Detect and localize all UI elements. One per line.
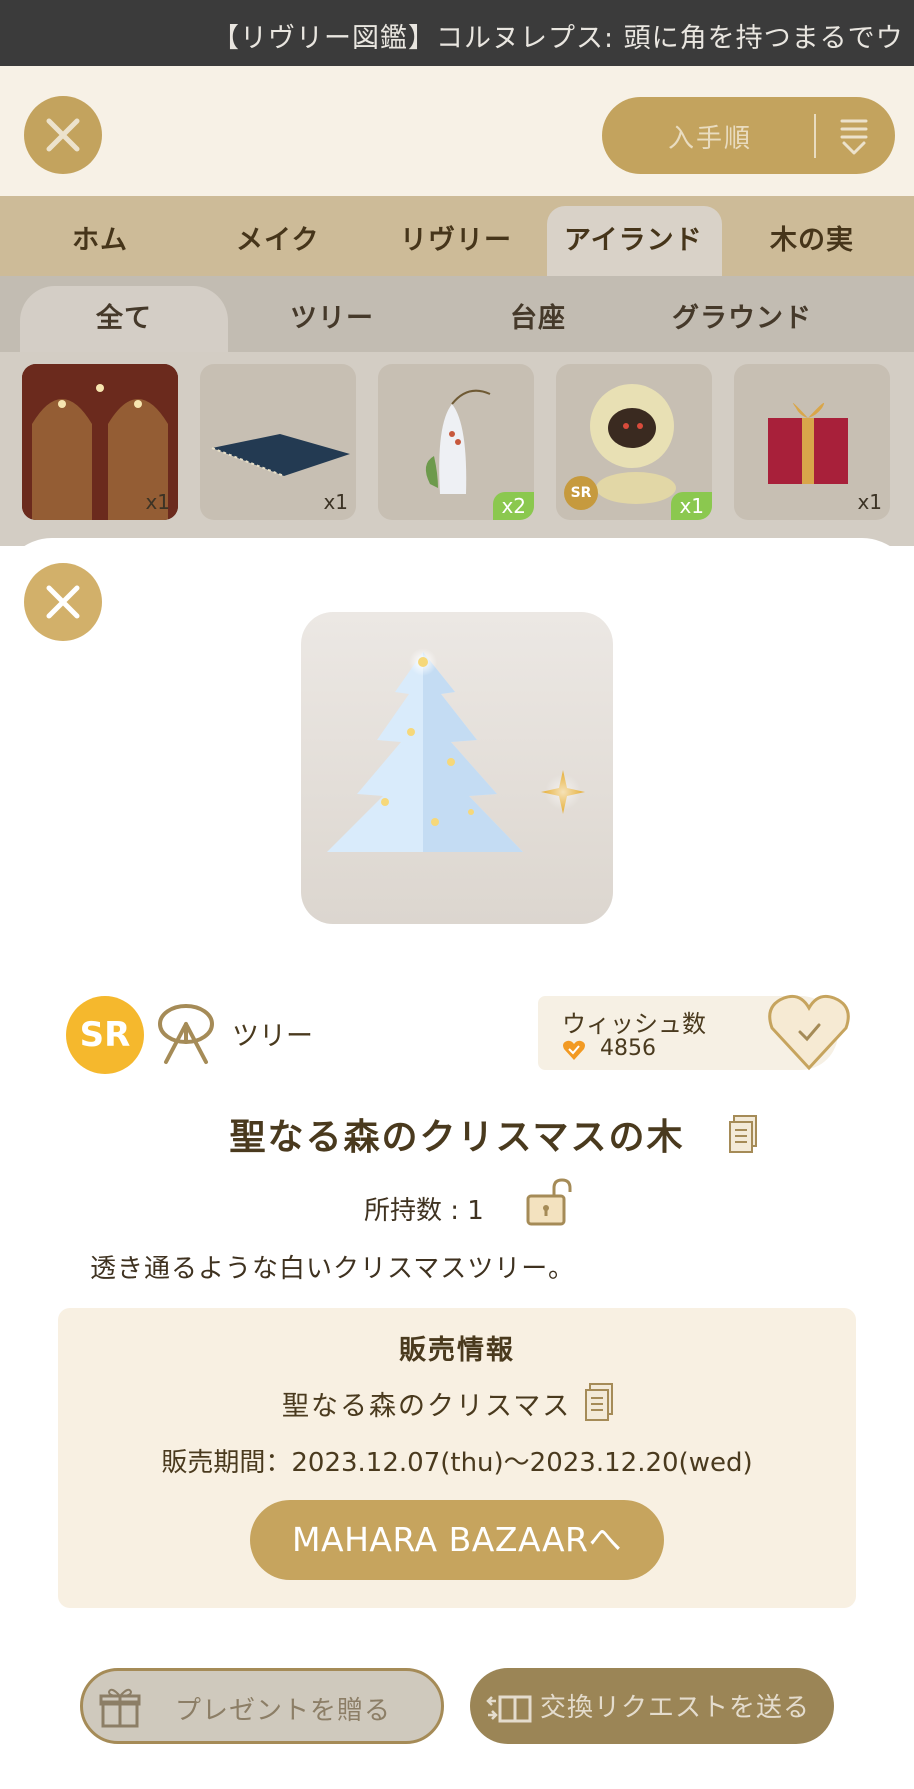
item-type-label: ツリー — [232, 1021, 313, 1052]
sort-label: 入手順 — [668, 124, 753, 154]
item-count: x2 — [493, 492, 534, 520]
item-name: 聖なる森のクリスマスの木 — [229, 1117, 685, 1158]
item-description: 透き通るような白いクリスマスツリー。 — [90, 1254, 575, 1284]
tab-hom[interactable]: ホム — [72, 218, 128, 257]
news-ticker[interactable]: 【リヴリー図鑑】コルヌレプス: 頭に角を持つまるでウ — [0, 0, 914, 66]
document-icon[interactable] — [728, 1114, 760, 1154]
gift-icon — [99, 1688, 141, 1728]
document-icon[interactable] — [584, 1382, 616, 1422]
tab-nuts[interactable]: 木の実 — [770, 218, 854, 257]
owned-count: 所持数 : 1 — [364, 1196, 484, 1226]
subtab-ground[interactable]: グラウンド — [672, 296, 812, 335]
close-icon — [46, 585, 80, 619]
sale-info-panel: 販売情報 聖なる森のクリスマス 販売期間：2023.12.07(thu)～202… — [58, 1308, 856, 1608]
sale-info-heading: 販売情報 — [399, 1335, 515, 1366]
white-christmas-tree-icon — [327, 648, 585, 852]
item-count: x1 — [323, 490, 348, 514]
exchange-icon — [486, 1695, 532, 1723]
item-thumbnail[interactable]: x1 — [22, 364, 178, 520]
close-detail-button[interactable] — [24, 563, 102, 641]
exchange-request-button[interactable]: 交換リクエストを送る — [470, 1668, 834, 1744]
sale-event-name: 聖なる森のクリスマス — [282, 1391, 572, 1422]
close-button[interactable] — [24, 96, 102, 174]
heart-check-icon — [563, 1040, 585, 1060]
sale-period: 販売期間：2023.12.07(thu)～2023.12.20(wed) — [161, 1448, 753, 1478]
tab-make[interactable]: メイク — [236, 218, 319, 257]
item-count: x1 — [671, 492, 712, 520]
subtab-tree[interactable]: ツリー — [290, 296, 374, 335]
tree-type-icon — [158, 1004, 214, 1064]
mahara-bazaar-button[interactable]: MAHARA BAZAARへ — [250, 1500, 664, 1580]
item-count: x1 — [857, 490, 882, 514]
sort-icon — [840, 119, 868, 155]
item-thumbnail[interactable]: x2 — [378, 364, 534, 520]
sort-dropdown[interactable]: 入手順 — [602, 97, 895, 174]
tab-island[interactable]: アイランド — [564, 218, 703, 257]
send-present-label: プレゼントを贈る — [175, 1696, 392, 1726]
rarity-badge: SR — [66, 996, 144, 1074]
rarity-badge: SR — [564, 476, 598, 510]
wish-count-value: 4856 — [600, 1036, 656, 1061]
item-thumbnail[interactable]: x1 — [200, 364, 356, 520]
item-thumbnail[interactable]: SR x1 — [556, 364, 712, 520]
item-title-row: 聖なる森のクリスマスの木 — [0, 1108, 914, 1160]
wish-heart-button[interactable] — [766, 992, 852, 1072]
close-icon — [46, 118, 80, 152]
subtab-pedestal[interactable]: 台座 — [510, 296, 566, 335]
send-present-button[interactable]: プレゼントを贈る — [80, 1668, 444, 1744]
item-preview-image — [301, 612, 613, 924]
sort-divider — [814, 114, 816, 158]
subtab-all[interactable]: 全て — [96, 296, 152, 335]
tab-livly[interactable]: リヴリー — [400, 218, 512, 257]
unlock-icon[interactable] — [524, 1178, 576, 1228]
ticker-text: 【リヴリー図鑑】コルヌレプス: 頭に角を持つまるでウ — [212, 23, 904, 54]
item-thumbnail[interactable]: x1 — [734, 364, 890, 520]
exchange-request-label: 交換リクエストを送る — [540, 1693, 811, 1723]
wish-count-title: ウィッシュ数 — [562, 1010, 706, 1038]
item-count: x1 — [145, 490, 170, 514]
